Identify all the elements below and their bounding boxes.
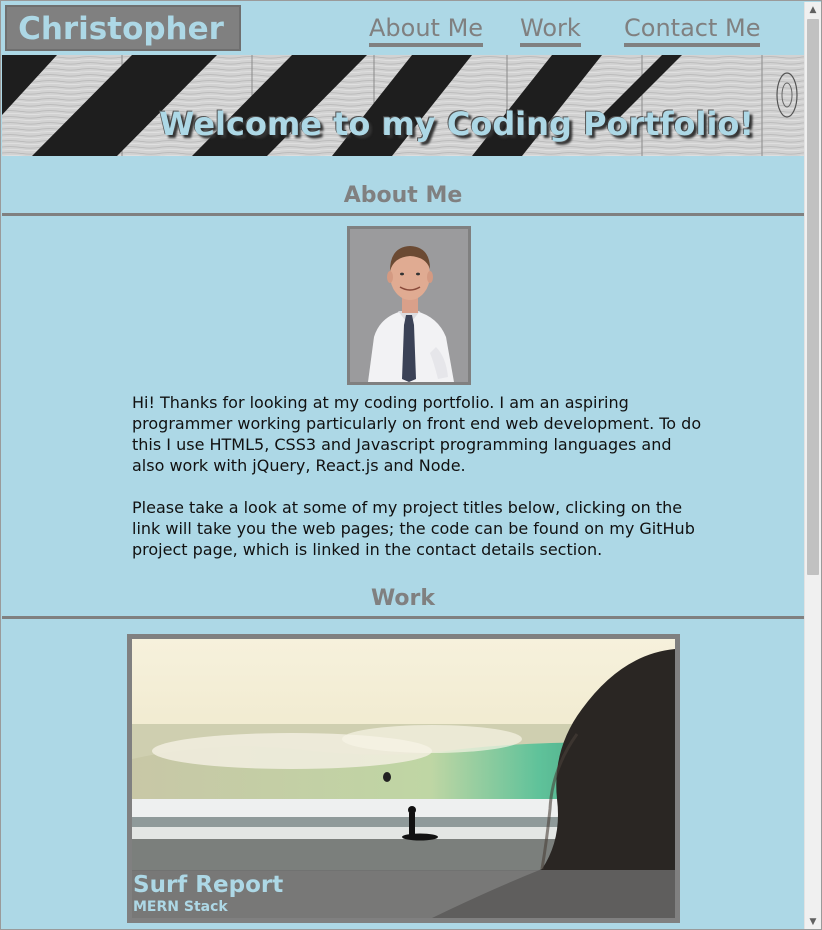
project-title[interactable]: Surf Report bbox=[133, 870, 283, 900]
about-divider bbox=[2, 213, 804, 216]
about-paragraph-1: Hi! Thanks for looking at my coding port… bbox=[132, 393, 702, 475]
work-heading: Work bbox=[370, 586, 436, 611]
scroll-up-arrow-icon[interactable]: ▲ bbox=[805, 2, 821, 18]
profile-photo bbox=[347, 226, 471, 385]
about-bio: Hi! Thanks for looking at my coding port… bbox=[132, 392, 702, 581]
project-stack: MERN Stack bbox=[133, 899, 228, 915]
hero-title: Welcome to my Coding Portfolio! bbox=[159, 105, 754, 143]
project-card-surf-report[interactable]: Surf Report MERN Stack bbox=[127, 634, 680, 923]
work-divider bbox=[2, 616, 804, 619]
person-portrait-image bbox=[350, 229, 468, 382]
scroll-down-arrow-icon[interactable]: ▼ bbox=[805, 914, 821, 929]
nav-link-contact[interactable]: Contact Me bbox=[624, 13, 761, 47]
project-caption: Surf Report MERN Stack bbox=[132, 870, 675, 918]
nav-link-about[interactable]: About Me bbox=[369, 13, 484, 47]
about-paragraph-2: Please take a look at some of my project… bbox=[132, 498, 695, 559]
scrollbar-thumb[interactable] bbox=[807, 19, 819, 575]
browser-viewport: Christopher About Me Work Contact Me Wel… bbox=[0, 0, 822, 930]
hero-banner: Welcome to my Coding Portfolio! bbox=[2, 55, 804, 156]
nav-link-work[interactable]: Work bbox=[520, 13, 581, 47]
portfolio-page: Christopher About Me Work Contact Me Wel… bbox=[2, 2, 804, 929]
vertical-scrollbar[interactable]: ▲ ▼ bbox=[804, 2, 821, 929]
about-heading: About Me bbox=[343, 183, 463, 208]
brand-logo[interactable]: Christopher bbox=[5, 5, 241, 51]
